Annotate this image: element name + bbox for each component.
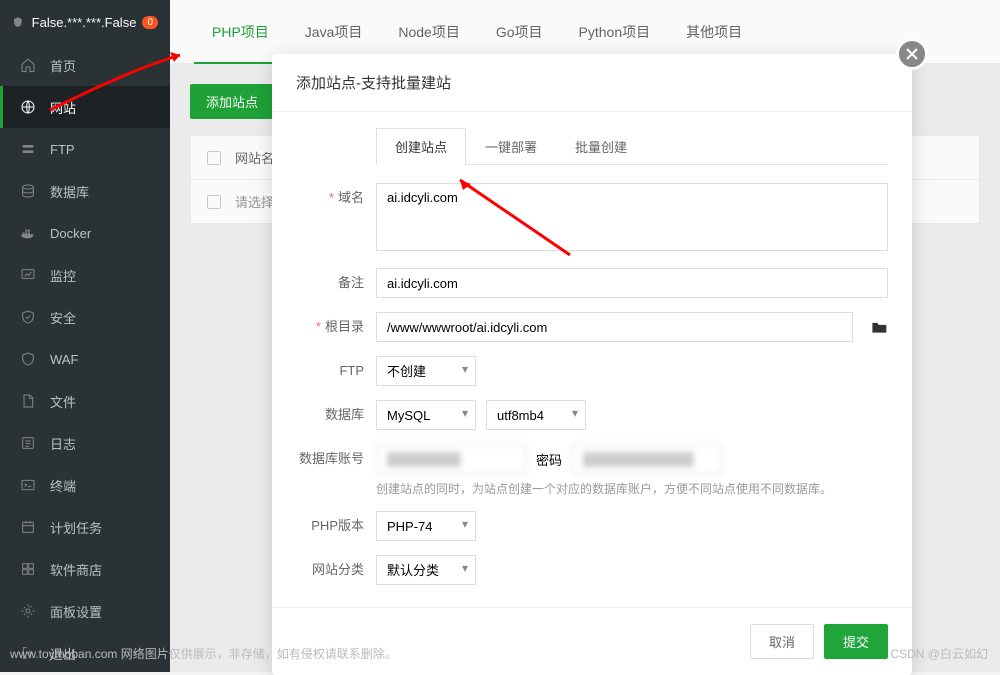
db-pwd-label: 密码 (536, 450, 562, 469)
db-account-input[interactable] (376, 444, 526, 474)
php-label: PHP版本 (296, 511, 376, 541)
db-account-label: 数据库账号 (296, 444, 376, 474)
ftp-label: FTP (296, 356, 376, 386)
cancel-button[interactable]: 取消 (750, 624, 814, 659)
subtab-create[interactable]: 创建站点 (376, 128, 466, 165)
db-helper-text: 创建站点的同时，为站点创建一个对应的数据库账户，方便不同站点使用不同数据库。 (376, 480, 888, 497)
add-site-modal: 添加站点-支持批量建站 创建站点 一键部署 批量创建 *域名 备注 *根目录 F… (272, 54, 912, 675)
ftp-select[interactable]: 不创建 (376, 356, 476, 386)
remark-input[interactable] (376, 268, 888, 298)
subtab-batch[interactable]: 批量创建 (556, 128, 646, 165)
category-label: 网站分类 (296, 555, 376, 585)
modal-title: 添加站点-支持批量建站 (272, 54, 912, 112)
root-label: *根目录 (296, 312, 376, 342)
domain-label: *域名 (296, 183, 376, 213)
modal-body: 创建站点 一键部署 批量创建 *域名 备注 *根目录 FTP 不创建 (272, 112, 912, 607)
watermark-left: www.toymoban.com 网络图片仅供展示，非存储，如有侵权请联系删除。 (10, 645, 397, 662)
db-charset-select[interactable]: utf8mb4 (486, 400, 586, 430)
db-password-input[interactable] (572, 444, 722, 474)
submit-button[interactable]: 提交 (824, 624, 888, 659)
folder-icon[interactable] (871, 319, 888, 335)
remark-label: 备注 (296, 268, 376, 298)
subtab-deploy[interactable]: 一键部署 (466, 128, 556, 165)
close-icon (905, 47, 919, 61)
domain-input[interactable] (376, 183, 888, 251)
php-version-select[interactable]: PHP-74 (376, 511, 476, 541)
category-select[interactable]: 默认分类 (376, 555, 476, 585)
db-label: 数据库 (296, 400, 376, 430)
db-engine-select[interactable]: MySQL (376, 400, 476, 430)
watermark-right: CSDN @白云如幻 (890, 645, 988, 662)
modal-footer: 取消 提交 (272, 607, 912, 675)
close-button[interactable] (896, 38, 928, 70)
root-input[interactable] (376, 312, 853, 342)
modal-subtabs: 创建站点 一键部署 批量创建 (376, 128, 888, 165)
